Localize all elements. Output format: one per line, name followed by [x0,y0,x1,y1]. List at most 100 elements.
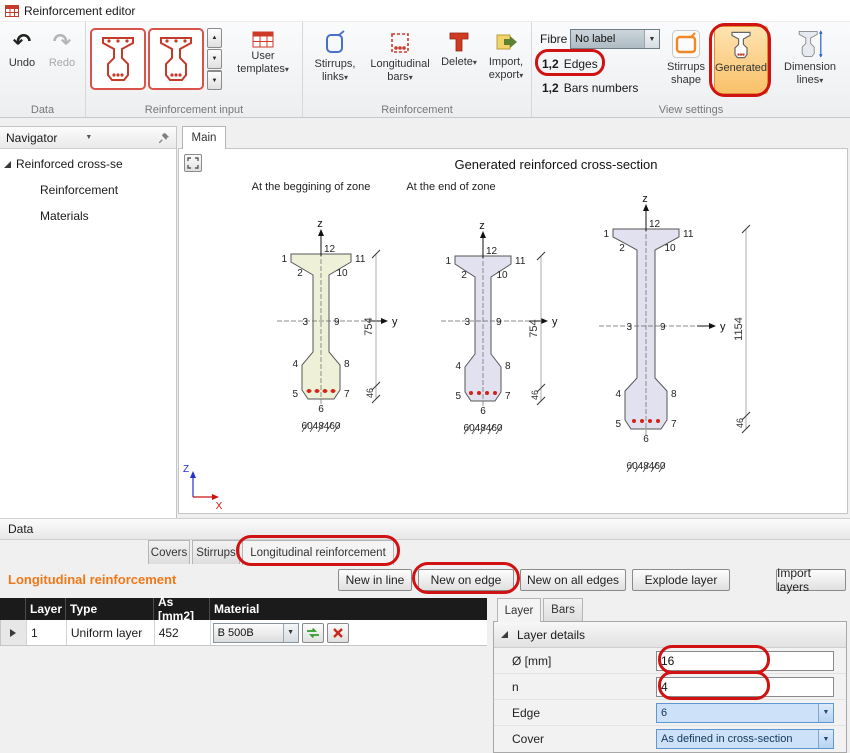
generated-button[interactable]: Generated [714,26,768,94]
edge-value: 6 [657,704,818,722]
stirrups-shape-icon [671,29,701,59]
longitudinal-bars-icon [388,30,412,56]
template-thumbnail-2[interactable] [148,28,204,90]
new-on-edge-button[interactable]: New on edge [418,569,514,591]
layer-details-group-header[interactable]: Layer details [494,622,846,648]
navigator-panel: Navigator ▼ Reinforced cross-se Reinforc… [0,126,177,518]
bars-numbers-toggle[interactable]: 1,2 Bars numbers [542,79,638,96]
svg-text:46: 46 [530,390,540,400]
dimension-lines-icon [795,29,825,59]
table-header-row: Layer Type As [mm2] Material [0,598,487,620]
refresh-material-button[interactable] [302,623,324,643]
svg-text:12: 12 [649,219,661,230]
explode-layer-label: Explode layer [645,573,718,587]
fibre-value: No label [571,30,644,48]
material-value: B 500B [214,624,283,642]
new-in-line-label: New in line [346,573,405,587]
material-select[interactable]: B 500B ▼ [213,623,299,643]
user-templates-icon [252,31,274,48]
tree-item-materials[interactable]: Materials [40,205,89,227]
tab-layer[interactable]: Layer [497,598,541,622]
undo-label: Undo [9,57,35,70]
redo-button[interactable]: ↷ Redo [44,26,80,70]
gallery-more-button[interactable]: ▼ [207,70,222,90]
tab-main[interactable]: Main [182,126,226,149]
ribbon-group-data: ↶ Undo ↷ Redo Data [0,22,86,117]
import-layers-button[interactable]: Import layers [776,569,846,591]
ribbon-group-view-settings: Fibre No label ▼ 1,2 Edges 1,2 Bars numb… [532,22,850,117]
gallery-scroll-up-button[interactable]: ▲ [207,28,222,48]
explode-layer-button[interactable]: Explode layer [632,569,730,591]
arrow-down-icon: ▼ [212,56,218,62]
ibeam-template-icon [98,34,138,84]
edges-toggle[interactable]: 1,2 Edges [542,55,598,72]
tab-main-label: Main [192,132,217,144]
delete-icon [447,30,471,54]
bars-numbers-label: Bars numbers [564,81,639,95]
group-label-reinforcement-input: Reinforcement input [86,104,302,116]
import-export-icon [494,30,518,54]
tree-item-reinforcement[interactable]: Reinforcement [40,179,118,201]
dimension-lines-button[interactable]: Dimension lines▾ [772,26,848,86]
tab-covers[interactable]: Covers [148,540,190,564]
svg-text:12: 12 [324,244,336,255]
tab-stirrups[interactable]: Stirrups [192,540,240,564]
undo-button[interactable]: ↶ Undo [4,26,40,70]
column-material: Material [210,598,487,620]
data-panel-title: Data [8,522,33,536]
svg-text:4: 4 [292,359,298,370]
delete-button[interactable]: Delete▾ [437,27,481,69]
ibeam-template-icon [156,34,196,84]
template-thumbnail-1[interactable] [90,28,146,90]
new-in-line-button[interactable]: New in line [338,569,412,591]
tree-item-reinforced-cross-section[interactable]: Reinforced cross-se [4,153,123,175]
new-on-all-edges-button[interactable]: New on all edges [520,569,626,591]
stirrups-shape-button[interactable]: Stirrups shape [662,26,710,86]
tab-longitudinal-reinforcement[interactable]: Longitudinal reinforcement [242,540,394,565]
svg-text:Generated reinforced cross-sec: Generated reinforced cross-section [454,157,657,172]
navigator-dropdown-icon[interactable]: ▼ [85,134,92,141]
svg-text:y: y [392,316,398,328]
delete-layer-button[interactable] [327,623,349,643]
cover-select[interactable]: As defined in cross-section ▼ [656,729,834,749]
cross-section-drawing: Generated reinforced cross-sectionAt the… [179,149,847,513]
main-tab-strip: Main [177,126,850,148]
tab-covers-label: Covers [151,547,187,559]
group-label-view-settings: View settings [532,104,850,116]
svg-text:8: 8 [505,361,511,372]
n-input[interactable] [656,677,834,697]
tab-bars[interactable]: Bars [543,598,583,621]
edge-label: Edge [494,706,656,720]
import-layers-label: Import layers [777,566,845,594]
edge-select[interactable]: 6 ▼ [656,703,834,723]
new-on-all-edges-label: New on all edges [527,573,619,587]
column-type: Type [66,598,154,620]
fit-view-button[interactable] [184,154,202,172]
group-label-reinforcement: Reinforcement [303,104,531,116]
row-selector[interactable] [1,620,27,645]
svg-text:5: 5 [292,389,298,400]
stirrups-links-button[interactable]: Stirrups, links▾ [307,27,363,83]
import-export-button[interactable]: Import, export▾ [483,27,529,81]
svg-text:X: X [216,501,223,512]
data-panel-header: Data [0,518,850,540]
app-icon [5,4,19,18]
layers-table: Layer Type As [mm2] Material 1 Uniform l… [0,598,487,646]
tree-item-label: Reinforced cross-se [16,157,123,171]
ribbon-group-reinforcement: Stirrups, links▾ Longitudinal bars▾ Dele… [303,22,532,117]
tree-expander-icon[interactable] [4,161,11,168]
table-row[interactable]: 1 Uniform layer 452 B 500B ▼ [0,620,487,646]
diameter-input[interactable] [656,651,834,671]
pin-icon[interactable] [158,132,170,144]
caret-down-icon: ▾ [519,71,523,80]
stirrups-links-icon [323,30,347,56]
gallery-scroll-down-button[interactable]: ▼ [207,49,222,69]
fibre-select[interactable]: No label ▼ [570,29,660,49]
drawing-canvas[interactable]: Generated reinforced cross-sectionAt the… [178,148,848,514]
svg-text:3: 3 [626,322,632,333]
combo-arrow-icon: ▼ [644,30,659,48]
svg-text:12: 12 [486,246,498,257]
row-arrow-icon [10,629,16,637]
user-templates-button[interactable]: User templates▾ [226,28,300,75]
longitudinal-bars-button[interactable]: Longitudinal bars▾ [365,27,435,83]
